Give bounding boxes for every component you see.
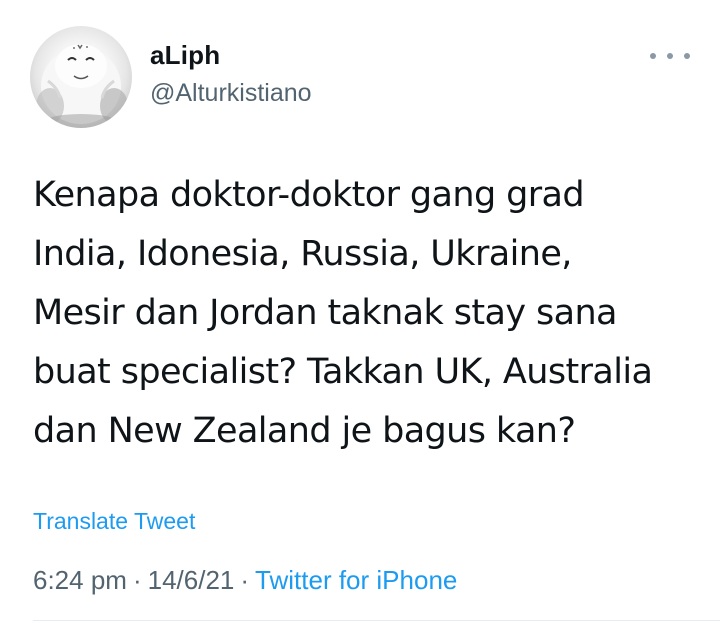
separator: · — [132, 565, 142, 595]
user-handle[interactable]: @Alturkistiano — [150, 78, 312, 108]
tweet-card: aLiph @Alturkistiano Kenapa doktor-dokto… — [0, 0, 720, 623]
more-options-button[interactable] — [650, 44, 690, 68]
more-horizontal-icon — [667, 53, 673, 59]
tweet-date[interactable]: 14/6/21 — [148, 565, 235, 595]
tweet-source-link[interactable]: Twitter for iPhone — [255, 565, 457, 595]
more-horizontal-icon — [650, 53, 656, 59]
tweet-text: Kenapa doktor-doktor gang grad India, Id… — [33, 175, 653, 451]
tweet-time[interactable]: 6:24 pm — [33, 565, 127, 595]
separator: · — [240, 565, 250, 595]
translate-tweet-link[interactable]: Translate Tweet — [33, 506, 195, 536]
divider — [33, 620, 720, 621]
avatar[interactable] — [30, 26, 132, 128]
more-horizontal-icon — [684, 53, 690, 59]
tweet-metadata: 6:24 pm · 14/6/21 · Twitter for iPhone — [33, 564, 457, 596]
snowman-avatar-icon — [36, 44, 128, 128]
display-name[interactable]: aLiph — [150, 40, 220, 70]
